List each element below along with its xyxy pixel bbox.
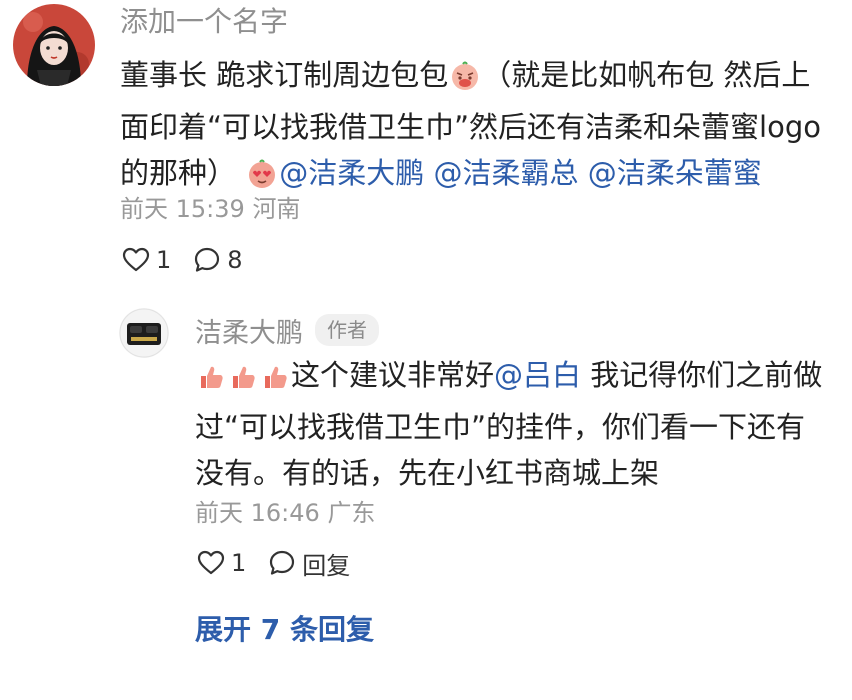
reply-like-button[interactable]: 1 bbox=[197, 549, 246, 577]
heart-icon bbox=[197, 550, 225, 575]
comment-bubble-icon bbox=[270, 550, 295, 575]
comment-thread: 添加一个名字 董事长 跪求订制周边包包 （就是比如帆布包 然后上面印着“可以找我借… bbox=[0, 0, 852, 700]
thumbs-up-emoji bbox=[261, 358, 289, 404]
comment-count: 8 bbox=[227, 246, 243, 274]
reply-text-before: 这个建议非常好 bbox=[291, 358, 495, 392]
reply-meta: 前天 16:46 广东 bbox=[195, 496, 375, 530]
reply-location: 广东 bbox=[327, 499, 376, 527]
mention-link[interactable]: @吕白 bbox=[494, 358, 581, 392]
reply-actions: 1 回复 bbox=[197, 545, 372, 581]
mention-link[interactable]: @洁柔大鹏 bbox=[279, 156, 424, 190]
reply-avatar[interactable] bbox=[119, 308, 169, 358]
like-button[interactable]: 1 bbox=[122, 246, 171, 274]
reply-body: 这个建议非常好@吕白 我记得你们之前做过“可以找我借卫生巾”的挂件，你们看一下还… bbox=[195, 352, 825, 496]
reply-username[interactable]: 洁柔大鹏 bbox=[195, 311, 303, 350]
reply-like-count: 1 bbox=[231, 549, 247, 577]
reply-button[interactable]: 回复 bbox=[268, 546, 350, 581]
pleading-face-emoji bbox=[450, 58, 480, 104]
commenter-avatar[interactable] bbox=[13, 4, 95, 86]
expand-replies-link[interactable]: 展开 7 条回复 bbox=[195, 612, 374, 648]
comment-location: 河南 bbox=[252, 195, 301, 223]
reply-header: 洁柔大鹏 作者 bbox=[195, 310, 379, 350]
comment-text-prefix: 董事长 跪求订制周边包包 bbox=[120, 58, 449, 92]
thumbs-up-emoji bbox=[229, 358, 257, 404]
reply-label: 回复 bbox=[302, 551, 351, 580]
comment-time: 前天 15:39 bbox=[120, 195, 245, 223]
comment-bubble-icon bbox=[195, 247, 220, 272]
thumbs-up-emoji bbox=[197, 358, 225, 404]
mention-link[interactable]: @洁柔霸总 bbox=[433, 156, 578, 190]
comment-button[interactable]: 8 bbox=[193, 246, 243, 274]
mention-link[interactable]: @洁柔朵蕾蜜 bbox=[588, 156, 762, 190]
comment-actions: 1 8 bbox=[122, 242, 265, 278]
author-badge: 作者 bbox=[315, 314, 379, 346]
like-count: 1 bbox=[156, 246, 172, 274]
heart-icon bbox=[122, 247, 150, 272]
comment-body: 董事长 跪求订制周边包包 （就是比如帆布包 然后上面印着“可以找我借卫生巾”然后还… bbox=[120, 52, 835, 202]
commenter-username[interactable]: 添加一个名字 bbox=[120, 4, 288, 40]
reply-time: 前天 16:46 bbox=[195, 499, 320, 527]
comment-meta: 前天 15:39 河南 bbox=[120, 192, 300, 226]
